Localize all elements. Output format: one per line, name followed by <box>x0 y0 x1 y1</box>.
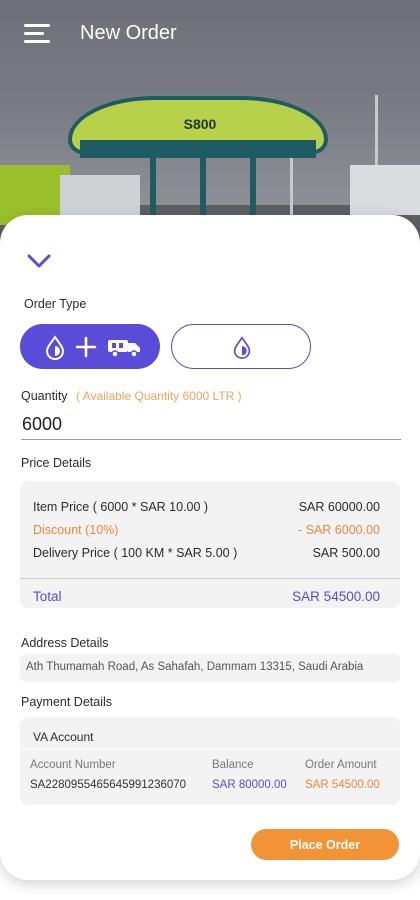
available-quantity-text: ( Available Quantity 6000 LTR ) <box>76 389 242 403</box>
drop-icon <box>233 336 251 359</box>
divider <box>20 578 400 579</box>
total-label: Total <box>33 589 62 604</box>
drop-icon <box>45 335 65 360</box>
payment-details-label: Payment Details <box>21 695 113 709</box>
hero-canopy-band <box>80 140 316 158</box>
hero-sign-text: S800 <box>183 116 217 132</box>
app-bar: New Order <box>0 0 420 68</box>
price-details-label: Price Details <box>21 456 92 470</box>
hero-pillar <box>250 158 256 218</box>
hero-pillar <box>150 158 156 218</box>
page-title: New Order <box>80 22 177 44</box>
account-number-value: SA2280955465645991236070 <box>30 779 187 791</box>
item-price-value: SAR 60000.00 <box>298 500 380 514</box>
order-amount-value: SAR 54500.00 <box>305 779 380 791</box>
truck-icon <box>108 340 140 358</box>
order-type-fuel-delivery-button[interactable] <box>20 324 160 369</box>
item-price-label: Item Price ( 6000 * SAR 10.00 ) <box>33 500 209 514</box>
chevron-down-icon[interactable] <box>26 252 52 270</box>
total-value: SAR 54500.00 <box>292 589 380 604</box>
hero-building-left-2 <box>60 175 140 215</box>
divider <box>20 749 400 750</box>
balance-value: SAR 80000.00 <box>212 779 287 791</box>
discount-value: - SAR 6000.00 <box>298 523 380 537</box>
delivery-price-value: SAR 500.00 <box>312 546 380 560</box>
account-number-label: Account Number <box>30 759 116 771</box>
address-value: Ath Thumamah Road, As Sahafah, Dammam 13… <box>20 654 400 682</box>
discount-label: Discount (10%) <box>33 523 119 537</box>
menu-icon[interactable] <box>24 22 52 46</box>
hero-pillar <box>200 158 206 218</box>
plus-icon <box>75 336 97 358</box>
order-type-label: Order Type <box>24 297 87 311</box>
hero-building-right <box>350 165 420 215</box>
address-details-label: Address Details <box>21 636 109 650</box>
quantity-input[interactable] <box>21 410 401 440</box>
quantity-label: Quantity <box>21 389 68 403</box>
delivery-price-label: Delivery Price ( 100 KM * SAR 5.00 ) <box>33 546 238 560</box>
order-amount-label: Order Amount <box>305 759 377 771</box>
balance-label: Balance <box>212 759 254 771</box>
order-type-fuel-only-button[interactable] <box>171 324 311 369</box>
place-order-button[interactable]: Place Order <box>251 829 399 860</box>
payment-method-label: VA Account <box>33 730 94 744</box>
